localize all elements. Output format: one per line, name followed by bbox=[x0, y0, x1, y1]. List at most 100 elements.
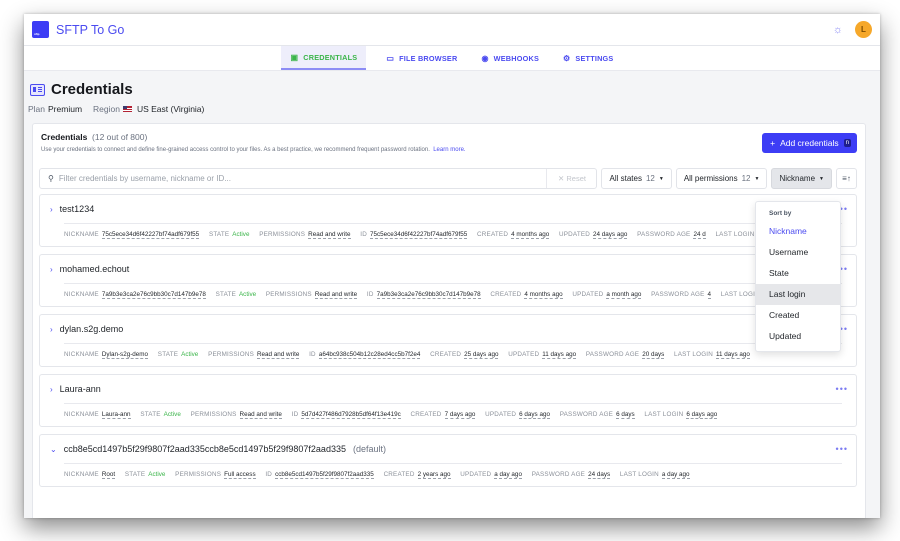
sort-option-nickname[interactable]: Nickname bbox=[756, 221, 840, 242]
plan-region-info: Plan Premium Region US East (Virginia) bbox=[28, 104, 880, 114]
credential-header[interactable]: › dylan.s2g.demo bbox=[40, 315, 856, 343]
tab-label: CREDENTIALS bbox=[303, 52, 358, 62]
more-actions-icon[interactable]: ••• bbox=[836, 384, 848, 394]
tab-label: FILE BROWSER bbox=[399, 53, 458, 63]
reset-button[interactable]: ✕ Reset bbox=[546, 169, 596, 188]
credential-header[interactable]: › test1234 bbox=[40, 195, 856, 223]
add-credentials-label: Add credentials bbox=[780, 138, 839, 148]
plan-value: Premium bbox=[48, 104, 83, 114]
reset-label: Reset bbox=[566, 174, 586, 183]
credential-details: NICKNAME Root STATE Active PERMISSIONS Full… bbox=[64, 463, 842, 480]
caret-down-icon: ▼ bbox=[658, 175, 664, 182]
tab-file-browser[interactable]: ▭ FILE BROWSER bbox=[377, 46, 466, 70]
credential-header[interactable]: ⌄ ccb8e5cd1497b5f29f9807f2aad335ccb8e5cd1… bbox=[40, 435, 856, 463]
sort-option-created[interactable]: Created bbox=[756, 305, 840, 326]
credential-card: › test1234 ••• NICKNAME 75c5ece34d6f42227bf7… bbox=[39, 194, 857, 247]
password-age-value: 24 d bbox=[693, 231, 706, 239]
id-label: ID bbox=[360, 231, 367, 238]
created-value: 4 months ago bbox=[524, 291, 563, 299]
chevron-right-icon[interactable]: › bbox=[50, 325, 53, 334]
search-input[interactable]: ⚲ Filter credentials by username, nickna… bbox=[39, 168, 598, 189]
sun-icon[interactable]: ☼ bbox=[833, 24, 843, 36]
credential-card: › dylan.s2g.demo ••• NICKNAME Dylan-s2g-demo… bbox=[39, 314, 857, 367]
states-dropdown[interactable]: All states 12 ▼ bbox=[601, 168, 672, 189]
nickname-label: NICKNAME bbox=[64, 471, 99, 478]
sort-option-last-login[interactable]: Last login bbox=[756, 284, 840, 305]
panel-description: Use your credentials to connect and defi… bbox=[41, 147, 466, 153]
chevron-right-icon[interactable]: › bbox=[50, 385, 53, 394]
credential-username: mohamed.echout bbox=[59, 264, 130, 274]
close-icon: ✕ bbox=[557, 174, 565, 183]
created-label: CREATED bbox=[430, 351, 462, 358]
permissions-dropdown[interactable]: All permissions 12 ▼ bbox=[675, 168, 768, 189]
chevron-down-icon[interactable]: ⌄ bbox=[50, 445, 57, 454]
tab-settings[interactable]: ⚙ SETTINGS bbox=[554, 46, 622, 70]
user-avatar[interactable]: L bbox=[855, 21, 872, 38]
sort-direction-button[interactable]: ≡↑ bbox=[836, 168, 857, 189]
password-age-label: PASSWORD AGE bbox=[651, 291, 705, 298]
credential-header[interactable]: › Laura-ann bbox=[40, 375, 856, 403]
id-value: a64bc938c504b12c28ed4cc5b7f2e4 bbox=[318, 351, 421, 359]
permissions-label: PERMISSIONS bbox=[190, 411, 237, 418]
chevron-right-icon[interactable]: › bbox=[50, 205, 53, 214]
add-credentials-button[interactable]: + Add credentials n bbox=[762, 133, 857, 153]
state-value: Active bbox=[181, 351, 199, 358]
folder-icon: ▭ bbox=[386, 53, 395, 63]
state-label: STATE bbox=[208, 231, 230, 238]
state-label: STATE bbox=[124, 471, 146, 478]
last-login-label: LAST LOGIN bbox=[715, 231, 755, 238]
created-value: 25 days ago bbox=[464, 351, 499, 359]
updated-value: a day ago bbox=[494, 471, 522, 479]
main-tabs: ▣ CREDENTIALS ▭ FILE BROWSER ◉ WEBHOOKS … bbox=[24, 46, 880, 71]
state-value: Active bbox=[238, 291, 257, 298]
app-logo[interactable]: sftp bbox=[32, 21, 49, 38]
region-value: US East (Virginia) bbox=[136, 104, 205, 114]
tab-webhooks[interactable]: ◉ WEBHOOKS bbox=[472, 46, 548, 70]
updated-label: UPDATED bbox=[460, 471, 492, 478]
page-header: Credentials bbox=[30, 81, 880, 98]
sort-option-state[interactable]: State bbox=[756, 263, 840, 284]
permissions-label: All permissions bbox=[683, 174, 738, 183]
nickname-label: NICKNAME bbox=[64, 351, 99, 358]
panel-title-text: Credentials bbox=[41, 132, 88, 142]
updated-value: a month ago bbox=[606, 291, 642, 299]
id-label: ID bbox=[265, 471, 273, 478]
search-icon: ⚲ bbox=[48, 174, 54, 183]
credential-username: dylan.s2g.demo bbox=[59, 324, 124, 334]
state-value: Active bbox=[163, 411, 181, 418]
created-value: 2 years ago bbox=[417, 471, 451, 479]
default-badge: (default) bbox=[352, 444, 386, 454]
state-value: Active bbox=[148, 471, 166, 478]
tab-credentials[interactable]: ▣ CREDENTIALS bbox=[281, 46, 367, 70]
credential-details: NICKNAME 75c5ece34d6f42227bf74adf679f55 S… bbox=[64, 223, 842, 240]
credential-username: Laura-ann bbox=[59, 384, 101, 394]
password-age-value: 20 days bbox=[642, 351, 665, 359]
id-card-icon: ▣ bbox=[290, 52, 299, 62]
state-label: STATE bbox=[140, 411, 161, 418]
credential-details: NICKNAME 7a9b3e3ca2e76c9bb30c7d147b9e78 S… bbox=[64, 283, 842, 300]
more-actions-icon[interactable]: ••• bbox=[836, 444, 848, 454]
permissions-count: 12 bbox=[741, 174, 751, 183]
learn-more-link[interactable]: Learn more. bbox=[433, 147, 465, 153]
credential-username: ccb8e5cd1497b5f29f9807f2aad335ccb8e5cd14… bbox=[63, 444, 346, 454]
plan-label: Plan bbox=[28, 104, 46, 114]
panel-title: Credentials (12 out of 800) bbox=[41, 132, 466, 142]
credential-card: › mohamed.echout ••• NICKNAME 7a9b3e3ca2e76c… bbox=[39, 254, 857, 307]
app-title[interactable]: SFTP To Go bbox=[56, 23, 124, 37]
updated-value: 11 days ago bbox=[542, 351, 577, 359]
sort-dropdown[interactable]: Nickname ▼ bbox=[771, 168, 832, 189]
id-value: ccb8e5cd1497b5f29f9807f2aad335 bbox=[275, 471, 374, 479]
credentials-count: (12 out of 800) bbox=[92, 132, 148, 142]
sort-option-updated[interactable]: Updated bbox=[756, 326, 840, 347]
chevron-right-icon[interactable]: › bbox=[50, 265, 53, 274]
sort-option-username[interactable]: Username bbox=[756, 242, 840, 263]
created-label: CREATED bbox=[490, 291, 522, 298]
permissions-label: PERMISSIONS bbox=[175, 471, 222, 478]
updated-label: UPDATED bbox=[559, 231, 591, 238]
id-label: ID bbox=[291, 411, 299, 418]
created-label: CREATED bbox=[477, 231, 509, 238]
credential-header[interactable]: › mohamed.echout bbox=[40, 255, 856, 283]
nickname-value: Laura-ann bbox=[101, 411, 131, 419]
permissions-value: Read and write bbox=[308, 231, 351, 239]
page-title: Credentials bbox=[51, 81, 133, 98]
